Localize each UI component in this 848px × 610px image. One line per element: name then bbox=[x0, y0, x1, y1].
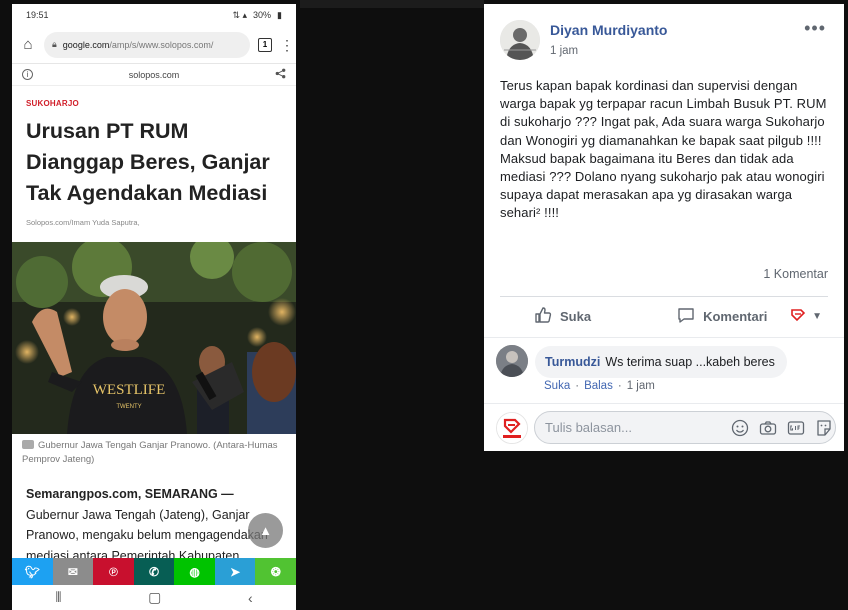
post-as-selector[interactable]: ▼ bbox=[790, 308, 822, 325]
email-icon: ✉ bbox=[67, 564, 78, 579]
home-nav-icon[interactable]: ▢ bbox=[148, 589, 161, 606]
separator: · bbox=[575, 380, 580, 392]
telegram-icon: ➤ bbox=[230, 564, 241, 579]
battery-level: 30% bbox=[253, 10, 272, 20]
amp-domain: solopos.com bbox=[128, 69, 180, 80]
comment-bubble: Turmudzi Ws terima suap ...kabeh beres bbox=[535, 346, 787, 378]
home-icon[interactable]: ⌂ bbox=[20, 36, 36, 53]
post-author[interactable]: Diyan Murdiyanto bbox=[550, 22, 667, 38]
gif-icon[interactable] bbox=[787, 419, 805, 437]
address-bar[interactable]: 🔒︎ google.com/amp/s/www.solopos.com/ bbox=[44, 31, 250, 58]
battery-icon: ▮ bbox=[277, 9, 282, 20]
divider bbox=[484, 403, 844, 404]
comment-like-link[interactable]: Suka bbox=[544, 380, 570, 392]
comment-text: Ws terima suap ...kabeh beres bbox=[605, 355, 775, 369]
comment-time[interactable]: 1 jam bbox=[627, 380, 655, 392]
back-icon[interactable]: ‹ bbox=[248, 590, 253, 606]
author-avatar[interactable] bbox=[500, 20, 540, 60]
scroll-to-top-button[interactable]: ▲ bbox=[248, 513, 283, 548]
like-label: Suka bbox=[560, 308, 592, 324]
url-host: google.com bbox=[62, 39, 110, 50]
browser-toolbar: ⌂ 🔒︎ google.com/amp/s/www.solopos.com/ 1… bbox=[12, 26, 296, 64]
post-time[interactable]: 1 jam bbox=[550, 45, 578, 57]
reply-box bbox=[534, 411, 836, 444]
whatsapp-share-button[interactable]: ✆ bbox=[133, 558, 175, 585]
article-header: SUKOHARJO Urusan PT RUM Dianggap Beres, … bbox=[12, 99, 296, 227]
comment-label: Komentari bbox=[703, 308, 768, 324]
article-byline: Solopos.com/Imam Yuda Saputra, bbox=[26, 218, 140, 227]
divider bbox=[500, 296, 828, 297]
current-page-avatar bbox=[496, 412, 528, 444]
twitter-share-button[interactable]: 🐦︎ bbox=[12, 558, 53, 585]
comment-actions: Suka · Balas · 1 jam bbox=[544, 380, 655, 392]
pinterest-icon: ℗ bbox=[109, 564, 118, 579]
line-icon: ◍ bbox=[189, 564, 200, 579]
commenter-avatar[interactable] bbox=[496, 345, 528, 377]
share-icon[interactable] bbox=[275, 68, 286, 81]
shirt-print-subtitle: TWENTY bbox=[116, 404, 141, 410]
tab-switcher-button[interactable]: 1 bbox=[258, 37, 272, 52]
signal-icon: ⇅ ▴ bbox=[232, 9, 248, 20]
wechat-icon: ❂ bbox=[270, 564, 281, 579]
reply-input[interactable] bbox=[545, 412, 721, 443]
line-share-button[interactable]: ◍ bbox=[174, 558, 215, 585]
camera-icon[interactable] bbox=[759, 419, 777, 437]
comment-bubble-icon bbox=[677, 306, 695, 327]
wechat-share-button[interactable]: ❂ bbox=[255, 558, 296, 585]
camera-icon bbox=[22, 440, 34, 449]
share-bar: 🐦︎ ✉ ℗ ✆ ◍ ➤ ❂ bbox=[12, 558, 296, 585]
comment-button[interactable]: Komentari bbox=[677, 306, 767, 327]
article-dateline: Semarangpos.com, SEMARANG — bbox=[26, 487, 234, 501]
recent-apps-icon[interactable]: ⦀ bbox=[55, 589, 61, 606]
divider bbox=[484, 337, 844, 338]
photo-caption: Gubernur Jawa Tengah Ganjar Pranowo. (An… bbox=[22, 439, 290, 467]
comment-reply-link[interactable]: Balas bbox=[584, 380, 613, 392]
thumbs-up-icon bbox=[534, 306, 552, 327]
post-actions: Suka Komentari ▼ bbox=[500, 300, 828, 332]
twitter-icon: 🐦︎ bbox=[24, 564, 40, 579]
more-options-icon[interactable]: ••• bbox=[804, 18, 826, 39]
comment-count[interactable]: 1 Komentar bbox=[763, 267, 828, 281]
whatsapp-icon: ✆ bbox=[148, 564, 160, 579]
telegram-share-button[interactable]: ➤ bbox=[214, 558, 256, 585]
emoji-icon[interactable] bbox=[731, 419, 749, 437]
url-path: /amp/s/www.solopos.com/ bbox=[109, 39, 214, 50]
photo-caption-text: Gubernur Jawa Tengah Ganjar Pranowo. (An… bbox=[22, 440, 278, 465]
facebook-post: Diyan Murdiyanto 1 jam ••• Terus kapan b… bbox=[484, 4, 844, 451]
article-headline: Urusan PT RUM Dianggap Beres, Ganjar Tak… bbox=[26, 119, 270, 205]
status-bar: 19:51 ⇅ ▴ 30% ▮ bbox=[12, 4, 296, 26]
like-button[interactable]: Suka bbox=[534, 306, 591, 327]
amp-header: i solopos.com bbox=[12, 64, 296, 86]
sticker-icon[interactable] bbox=[815, 419, 833, 437]
android-nav-bar: ⦀ ▢ ‹ bbox=[12, 585, 296, 610]
info-icon[interactable]: i bbox=[22, 69, 33, 80]
article-photo: WESTLIFE TWENTY bbox=[12, 242, 296, 434]
overflow-menu-icon[interactable]: ⋮ bbox=[280, 38, 294, 52]
pinterest-share-button[interactable]: ℗ bbox=[93, 558, 134, 585]
shirt-print-title: WESTLIFE bbox=[93, 382, 166, 398]
commenter-name[interactable]: Turmudzi bbox=[545, 355, 600, 369]
email-share-button[interactable]: ✉ bbox=[52, 558, 94, 585]
post-text: Terus kapan bapak kordinasi dan supervis… bbox=[500, 78, 827, 221]
separator: · bbox=[617, 380, 622, 392]
dropdown-caret-icon: ▼ bbox=[812, 310, 822, 322]
status-time: 19:51 bbox=[26, 10, 49, 20]
screenshot-collage: 19:51 ⇅ ▴ 30% ▮ ⌂ 🔒︎ google.com/amp/s/ww… bbox=[0, 0, 848, 610]
phone-screenshot: 19:51 ⇅ ▴ 30% ▮ ⌂ 🔒︎ google.com/amp/s/ww… bbox=[12, 4, 296, 610]
lock-icon: 🔒︎ bbox=[52, 39, 57, 49]
article-category[interactable]: SUKOHARJO bbox=[26, 99, 282, 108]
page-logo-icon bbox=[790, 308, 806, 325]
